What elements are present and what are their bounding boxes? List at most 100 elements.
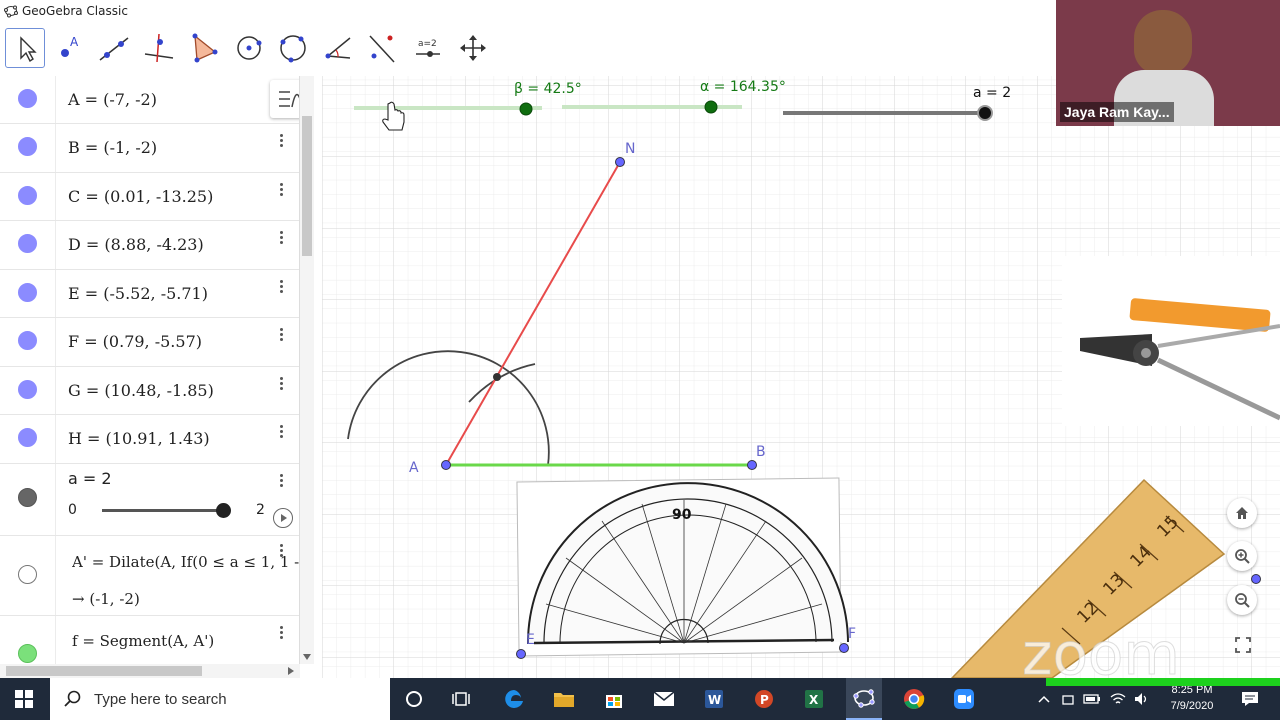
excel-app[interactable]: X — [798, 684, 830, 714]
reflect-tool-button[interactable] — [362, 28, 402, 68]
algebra-horizontal-scrollbar[interactable] — [0, 664, 300, 678]
zoom-in-button[interactable] — [1227, 541, 1257, 571]
volume-button[interactable] — [1132, 684, 1152, 714]
slider-handle[interactable] — [704, 100, 718, 114]
algebra-expression[interactable]: f = Segment(A, A') — [72, 632, 214, 650]
edge-app[interactable] — [498, 684, 530, 714]
play-icon[interactable] — [273, 508, 293, 528]
more-options-icon[interactable] — [280, 624, 288, 641]
cortana-button[interactable] — [398, 684, 430, 714]
protractor-image[interactable]: 90 — [516, 477, 849, 657]
zoom-app[interactable] — [948, 684, 980, 714]
algebra-row-dilate[interactable]: A' = Dilate(A, If(0 ≤ a ≤ 1, 1 - → (-1, … — [0, 536, 299, 616]
algebra-row-d-point[interactable]: D = (8.88, -4.23) — [0, 221, 299, 270]
start-button[interactable] — [8, 684, 40, 714]
visibility-marble[interactable] — [18, 380, 37, 399]
geogebra-app[interactable] — [846, 678, 882, 720]
angle-tool-button[interactable] — [318, 28, 358, 68]
more-options-icon[interactable] — [280, 542, 288, 559]
more-options-icon[interactable] — [280, 423, 288, 440]
slider-tool-button[interactable]: a=2 — [408, 28, 448, 68]
store-app[interactable] — [598, 684, 630, 714]
taskbar-clock[interactable]: 8:25 PM 7/9/2020 — [1160, 682, 1224, 714]
compass-image[interactable] — [1062, 256, 1280, 426]
algebra-expression[interactable]: G = (10.48, -1.85) — [68, 381, 214, 400]
more-options-icon[interactable] — [280, 326, 288, 343]
chrome-app[interactable] — [898, 684, 930, 714]
algebra-row-e-point[interactable]: E = (-5.52, -5.71) — [0, 270, 299, 318]
more-options-icon[interactable] — [280, 375, 288, 392]
graphics-canvas[interactable]: β = 42.5° α = 164.35° a = 2 N A B 90 E F… — [322, 76, 1280, 689]
home-button[interactable] — [1227, 498, 1257, 528]
algebra-row-slider-a[interactable]: a = 2 0 2 — [0, 464, 299, 536]
visibility-marble[interactable] — [18, 137, 37, 156]
fullscreen-button[interactable] — [1234, 636, 1252, 654]
algebra-expression[interactable]: A = (-7, -2) — [68, 90, 157, 109]
battery-button[interactable] — [1082, 684, 1102, 714]
visibility-marble[interactable] — [18, 644, 37, 663]
task-view-button[interactable] — [446, 684, 478, 714]
file-explorer-app[interactable] — [548, 684, 580, 714]
more-options-icon[interactable] — [280, 229, 288, 246]
algebra-row-segment-f[interactable]: f = Segment(A, A') — [0, 616, 299, 664]
more-options-icon[interactable] — [280, 278, 288, 295]
algebra-row-g-point[interactable]: G = (10.48, -1.85) — [0, 367, 299, 415]
point-n[interactable] — [615, 157, 625, 167]
wifi-button[interactable] — [1108, 684, 1128, 714]
more-options-icon[interactable] — [280, 132, 288, 149]
algebra-expression[interactable]: A' = Dilate(A, If(0 ≤ a ≤ 1, 1 - — [72, 553, 299, 571]
visibility-marble[interactable] — [18, 488, 37, 507]
slider-track[interactable] — [102, 509, 224, 512]
slider-handle[interactable] — [977, 105, 993, 121]
action-center-button[interactable] — [1234, 684, 1266, 714]
graphics-view[interactable]: β = 42.5° α = 164.35° a = 2 N A B 90 E F… — [322, 76, 1280, 689]
more-options-icon[interactable] — [280, 181, 288, 198]
zoom-out-button[interactable] — [1227, 585, 1257, 615]
algebra-row-b-point[interactable]: B = (-1, -2) — [0, 124, 299, 173]
algebra-vertical-scrollbar[interactable] — [300, 76, 314, 664]
visibility-marble[interactable] — [18, 331, 37, 350]
show-hidden-icons-button[interactable] — [1034, 684, 1054, 714]
scroll-right-arrow-icon[interactable] — [288, 667, 294, 675]
algebra-row-a-point[interactable]: A = (-7, -2) — [0, 76, 299, 124]
tray-app-icon[interactable] — [1058, 684, 1078, 714]
visibility-marble[interactable] — [18, 428, 37, 447]
algebra-row-c-point[interactable]: C = (0.01, -13.25) — [0, 173, 299, 221]
algebra-expression[interactable]: B = (-1, -2) — [68, 138, 157, 157]
algebra-expression[interactable]: E = (-5.52, -5.71) — [68, 284, 208, 303]
point-f[interactable] — [839, 643, 849, 653]
slider-handle[interactable] — [216, 503, 231, 518]
circle-three-points-tool-button[interactable] — [273, 28, 313, 68]
taskbar-search-box[interactable]: Type here to search — [50, 678, 390, 720]
visibility-marble[interactable] — [18, 186, 37, 205]
algebra-expression[interactable]: H = (10.91, 1.43) — [68, 429, 210, 448]
visibility-marble[interactable] — [18, 283, 37, 302]
line-tool-button[interactable] — [94, 28, 134, 68]
algebra-row-h-point[interactable]: H = (10.91, 1.43) — [0, 415, 299, 464]
perpendicular-tool-button[interactable] — [139, 28, 179, 68]
circle-tool-button[interactable] — [229, 28, 269, 68]
scrollbar-thumb[interactable] — [6, 666, 202, 676]
point-e[interactable] — [516, 649, 526, 659]
algebra-expression[interactable]: a = 2 — [68, 469, 112, 488]
scrollbar-thumb[interactable] — [302, 116, 312, 256]
point-b[interactable] — [747, 460, 757, 470]
point-offscreen[interactable] — [1251, 574, 1261, 584]
algebra-expression[interactable]: D = (8.88, -4.23) — [68, 235, 204, 254]
more-options-icon[interactable] — [280, 472, 288, 489]
word-app[interactable]: W — [698, 684, 730, 714]
point-a[interactable] — [441, 460, 451, 470]
slider-handle[interactable] — [519, 102, 533, 116]
move-view-tool-button[interactable] — [453, 28, 493, 68]
point-tool-button[interactable]: A — [50, 28, 90, 68]
mail-app[interactable] — [648, 684, 680, 714]
visibility-marble[interactable] — [18, 234, 37, 253]
algebra-row-f-point[interactable]: F = (0.79, -5.57) — [0, 318, 299, 367]
polygon-tool-button[interactable] — [183, 28, 223, 68]
visibility-marble[interactable] — [18, 89, 37, 108]
powerpoint-app[interactable]: P — [748, 684, 780, 714]
algebra-expression[interactable]: F = (0.79, -5.57) — [68, 332, 202, 351]
move-tool-button[interactable] — [5, 28, 45, 68]
scroll-down-arrow-icon[interactable] — [303, 654, 311, 660]
visibility-marble[interactable] — [18, 565, 37, 584]
